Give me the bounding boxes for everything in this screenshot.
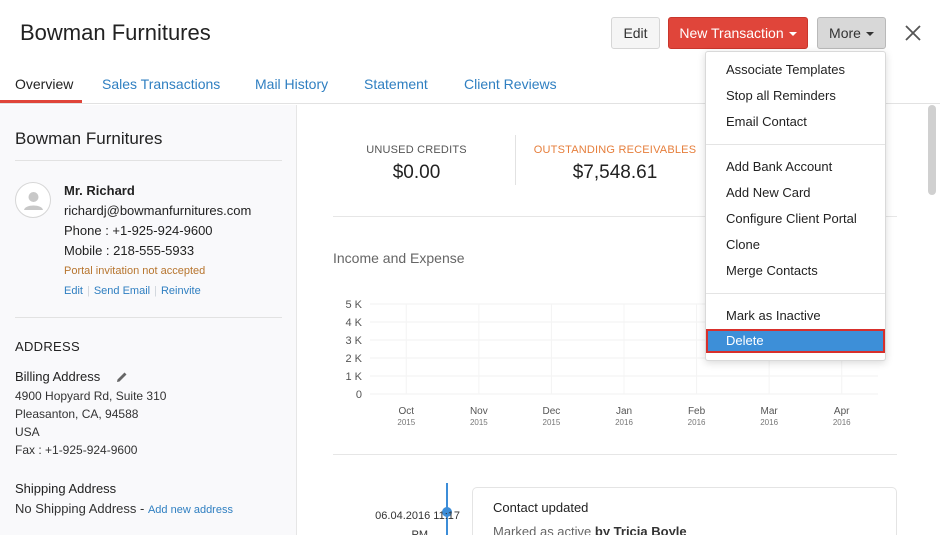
divider <box>15 317 282 318</box>
chart-y-tick-label: 4 K <box>345 317 362 329</box>
menu-item-clone[interactable]: Clone <box>706 233 885 257</box>
link-separator: | <box>86 285 90 297</box>
chart-x-tick-year: 2015 <box>470 418 488 427</box>
pencil-icon[interactable] <box>116 371 128 383</box>
avatar <box>15 182 51 218</box>
unused-credits-label: UNUSED CREDITS <box>366 144 467 156</box>
timeline-text-main: Marked as active <box>493 524 595 535</box>
more-dropdown-menu: Associate Templates Stop all Reminders E… <box>705 51 886 361</box>
more-label: More <box>829 25 861 41</box>
contact-sidebar: Bowman Furnitures Mr. Richard richardj@b… <box>0 105 297 535</box>
chart-y-tick-label: 5 K <box>345 299 362 311</box>
chart-x-tick-label: Oct <box>399 406 415 417</box>
menu-item-associate-templates[interactable]: Associate Templates <box>706 58 885 82</box>
chart-y-tick-label: 3 K <box>345 335 362 347</box>
chart-x-tick-year: 2016 <box>760 418 778 427</box>
chart-x-tick-label: Dec <box>543 406 561 417</box>
no-shipping-text: No Shipping Address - <box>15 501 148 516</box>
outstanding-receivables: OUTSTANDING RECEIVABLES $7,548.61 <box>530 144 700 184</box>
new-transaction-label: New Transaction <box>679 25 784 41</box>
divider <box>15 160 282 161</box>
chart-x-tick-label: Apr <box>834 406 850 417</box>
contact-actions: Edit | Send Email | Reinvite <box>64 285 201 297</box>
tab-sales-transactions[interactable]: Sales Transactions <box>102 76 220 92</box>
menu-item-add-new-card[interactable]: Add New Card <box>706 181 885 205</box>
tab-overview[interactable]: Overview <box>15 76 73 92</box>
chart-x-tick-year: 2016 <box>688 418 706 427</box>
unused-credits-value: $0.00 <box>392 162 441 183</box>
menu-divider <box>706 144 885 145</box>
contact-phone: Phone : +1-925-924-9600 <box>64 223 213 238</box>
income-expense-title: Income and Expense <box>333 250 465 266</box>
page-title: Bowman Furnitures <box>20 20 211 45</box>
contact-name: Mr. Richard <box>64 183 135 198</box>
more-button[interactable]: More <box>817 17 886 49</box>
stat-divider <box>515 135 516 185</box>
link-separator: | <box>154 285 157 297</box>
contact-mobile: Mobile : 218-555-5933 <box>64 243 195 258</box>
shipping-address-label: Shipping Address <box>15 481 117 496</box>
menu-item-stop-all-reminders[interactable]: Stop all Reminders <box>706 84 885 108</box>
chart-x-tick-year: 2015 <box>397 418 415 427</box>
menu-item-mark-as-inactive[interactable]: Mark as Inactive <box>706 304 885 328</box>
contact-email: richardj@bowmanfurnitures.com <box>64 203 252 218</box>
new-transaction-button[interactable]: New Transaction <box>668 17 808 49</box>
portal-status: Portal invitation not accepted <box>64 265 206 277</box>
company-name: Bowman Furnitures <box>15 129 163 148</box>
outstanding-receivables-label: OUTSTANDING RECEIVABLES <box>533 144 697 156</box>
chart-x-tick-label: Jan <box>616 406 632 417</box>
menu-item-add-bank-account[interactable]: Add Bank Account <box>706 155 885 179</box>
chart-x-tick-label: Mar <box>761 406 779 417</box>
chart-x-tick-year: 2015 <box>543 418 561 427</box>
menu-divider <box>706 293 885 294</box>
billing-address-line: 4900 Hopyard Rd, Suite 310 <box>15 389 167 403</box>
timeline-card: Contact updated Marked as active by Tric… <box>472 487 897 535</box>
billing-address-line: Fax : +1-925-924-9600 <box>15 443 138 457</box>
timeline-date: 06.04.2016 11:17 PM <box>348 507 460 535</box>
user-icon <box>24 192 43 210</box>
billing-address-line: USA <box>15 425 40 439</box>
caret-down-icon <box>865 32 874 37</box>
timeline-date-line: 06.04.2016 11:17 <box>375 510 460 522</box>
chart-y-tick-label: 2 K <box>345 353 362 365</box>
menu-item-configure-client-portal[interactable]: Configure Client Portal <box>706 207 885 231</box>
chart-x-tick-year: 2016 <box>615 418 633 427</box>
chart-x-tick-year: 2016 <box>833 418 851 427</box>
add-new-address-link[interactable]: Add new address <box>148 504 233 516</box>
chart-y-tick-label: 1 K <box>345 371 362 383</box>
billing-address-line: Pleasanton, CA, 94588 <box>15 407 139 421</box>
menu-item-email-contact[interactable]: Email Contact <box>706 110 885 134</box>
menu-item-delete[interactable]: Delete <box>706 329 885 353</box>
outstanding-receivables-value: $7,548.61 <box>572 162 658 183</box>
chart-y-tick-label: 0 <box>356 389 362 401</box>
tab-statement[interactable]: Statement <box>364 76 428 92</box>
address-heading: ADDRESS <box>15 339 80 354</box>
send-email-link[interactable]: Send Email <box>94 285 150 297</box>
tab-mail-history[interactable]: Mail History <box>255 76 328 92</box>
billing-address-label: Billing Address <box>15 369 101 384</box>
active-tab-indicator <box>0 100 82 103</box>
reinvite-link[interactable]: Reinvite <box>161 285 201 297</box>
timeline-date-line: PM <box>411 529 429 535</box>
chart-x-tick-label: Nov <box>470 406 488 417</box>
caret-down-icon <box>788 32 797 37</box>
timeline-author: by Tricia Boyle <box>594 524 687 535</box>
tab-client-reviews[interactable]: Client Reviews <box>464 76 557 92</box>
divider <box>333 454 897 455</box>
vertical-scrollbar[interactable] <box>928 105 936 195</box>
timeline-text: Marked as active by Tricia Boyle <box>493 524 687 535</box>
unused-credits: UNUSED CREDITS $0.00 <box>348 144 485 184</box>
edit-contact-link[interactable]: Edit <box>64 285 83 297</box>
close-icon[interactable] <box>902 22 924 44</box>
shipping-address-value: No Shipping Address - Add new address <box>15 501 233 516</box>
menu-item-merge-contacts[interactable]: Merge Contacts <box>706 259 885 283</box>
timeline-title: Contact updated <box>493 500 589 515</box>
chart-x-tick-label: Feb <box>688 406 706 417</box>
edit-button[interactable]: Edit <box>611 17 660 49</box>
